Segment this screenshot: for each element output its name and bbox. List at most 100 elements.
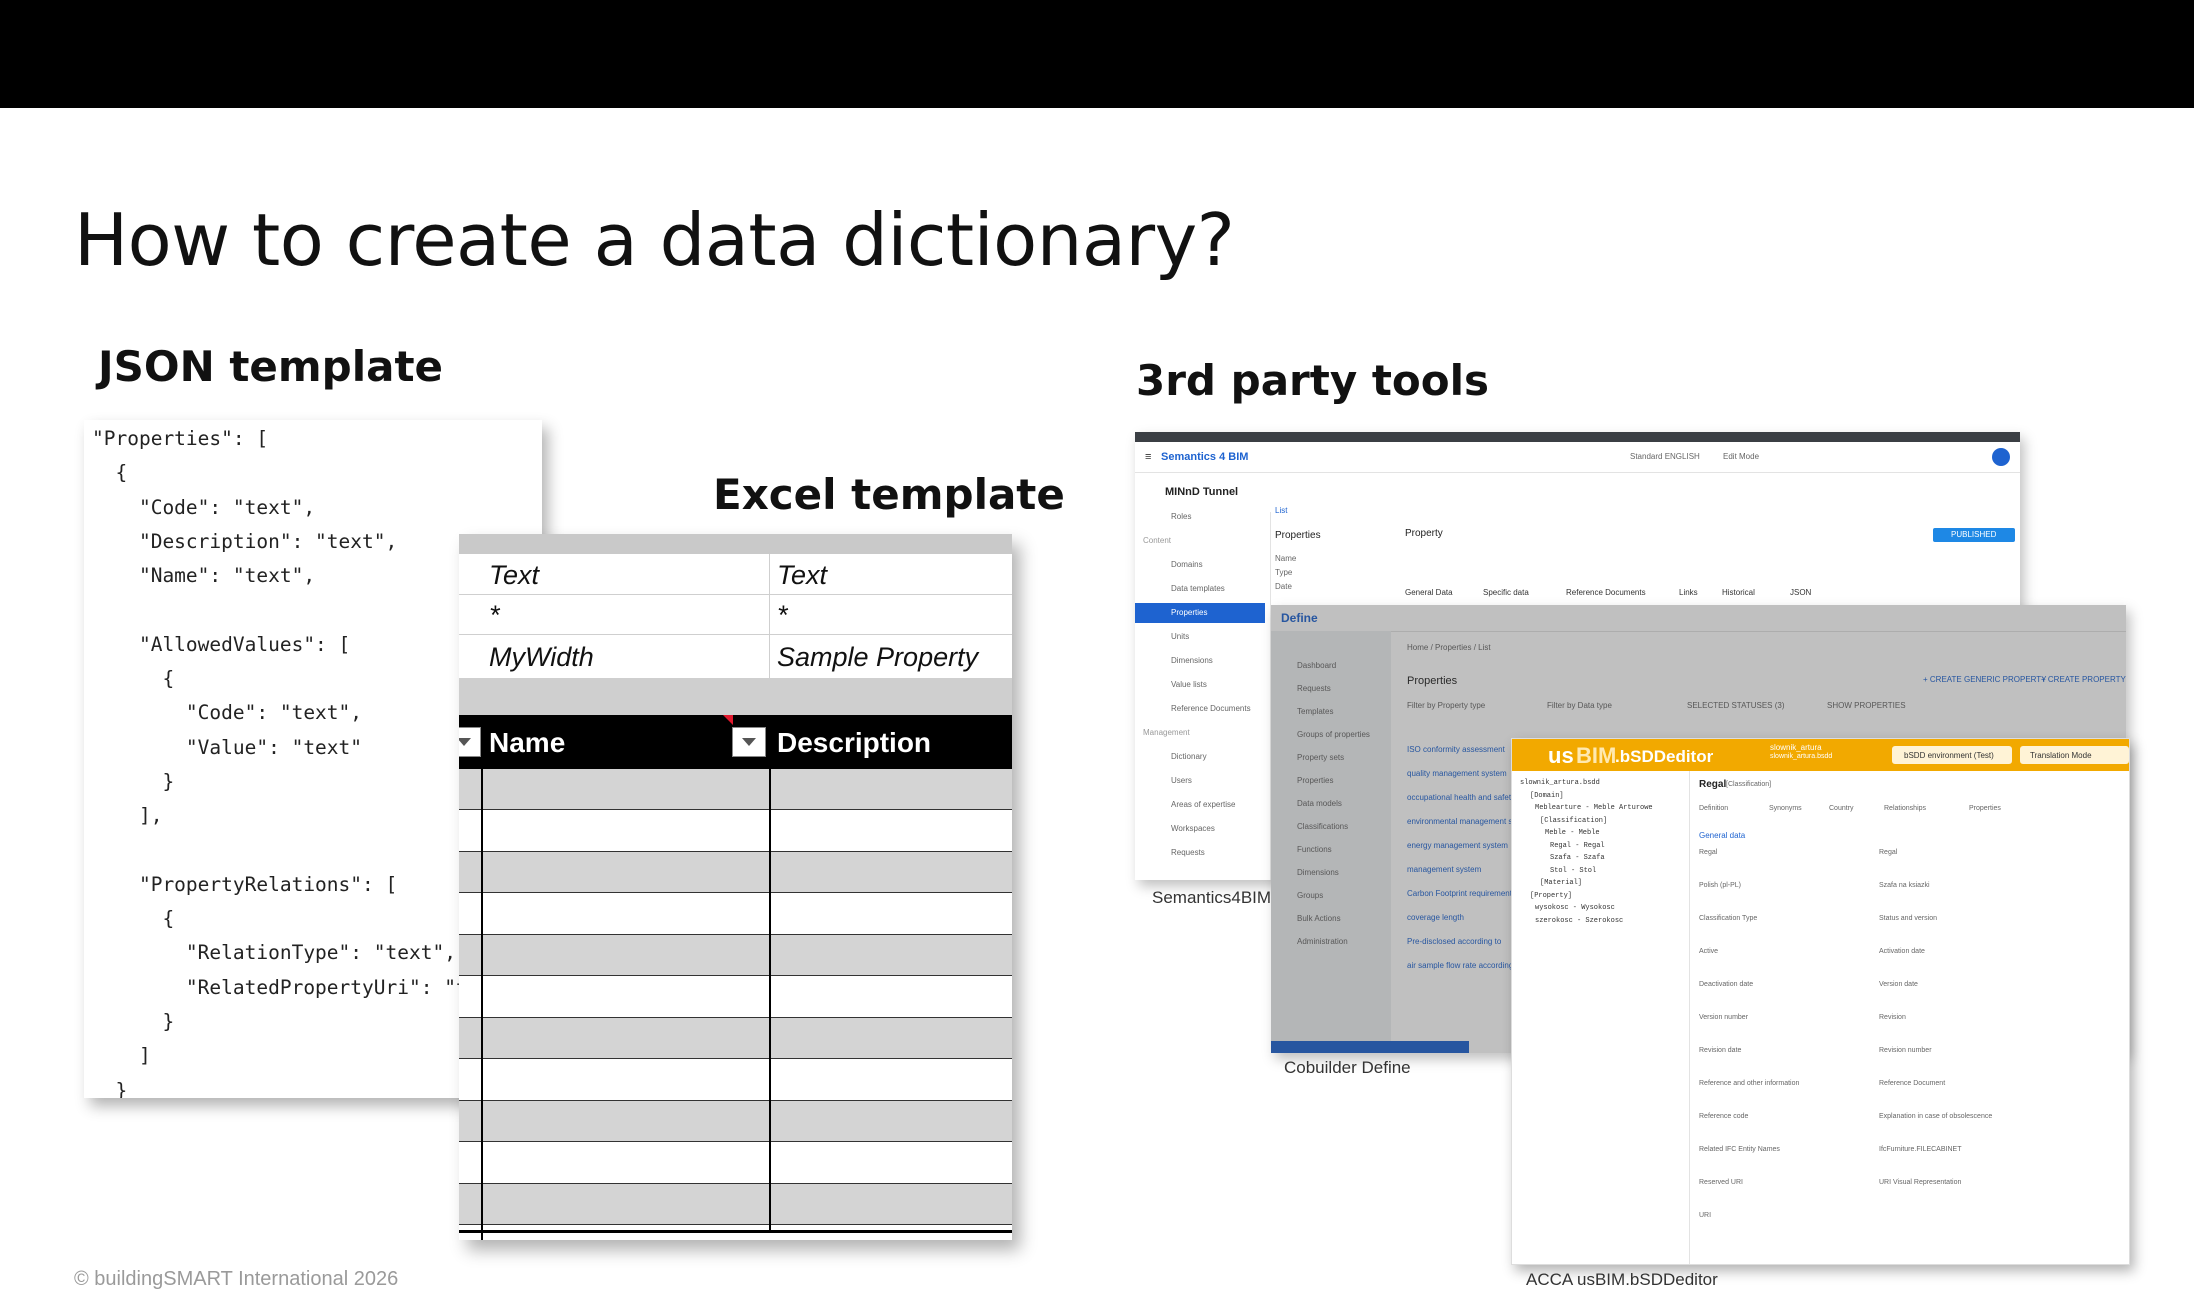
usbim-field[interactable]: Reference Document <box>1879 1080 1945 1087</box>
excel-data-row[interactable] <box>459 769 1012 810</box>
usbim-field[interactable]: Active <box>1699 948 1718 955</box>
s4b-property-label: Property <box>1405 528 1443 539</box>
s4b-sidebar-item[interactable]: Users <box>1171 776 1192 785</box>
usbim-field[interactable]: Version number <box>1699 1014 1748 1021</box>
s4b-tab[interactable]: Links <box>1679 588 1698 597</box>
usbim-field[interactable]: URI Visual Representation <box>1879 1179 1961 1186</box>
excel-data-row[interactable] <box>459 852 1012 893</box>
excel-data-row[interactable] <box>459 1101 1012 1142</box>
usbim-field[interactable]: Reference code <box>1699 1113 1748 1120</box>
s4b-sidebar-item[interactable]: Reference Documents <box>1171 704 1251 713</box>
s4b-tab[interactable]: Specific data <box>1483 588 1529 597</box>
excel-data-row[interactable] <box>459 1142 1012 1184</box>
s4b-tab[interactable]: General Data <box>1405 588 1453 597</box>
menu-icon[interactable]: ≡ <box>1145 451 1151 463</box>
top-black-bar <box>0 0 2194 108</box>
excel-data-row[interactable] <box>459 810 1012 852</box>
usbim-field[interactable]: Explanation in case of obsolescence <box>1879 1113 1992 1120</box>
usbim-tree-node[interactable]: Meblearture - Meble Arturowe <box>1535 804 1653 812</box>
usbim-tab[interactable]: Relationships <box>1884 805 1926 812</box>
excel-header-row: Name Description <box>459 715 1012 769</box>
excel-data-row[interactable] <box>459 976 1012 1018</box>
usbim-field[interactable]: Deactivation date <box>1699 981 1753 988</box>
usbim-field[interactable]: Activation date <box>1879 948 1925 955</box>
usbim-tree-node[interactable]: szerokosc - Szerokosc <box>1535 917 1623 925</box>
usbim-field[interactable]: Revision number <box>1879 1047 1932 1054</box>
usbim-tab[interactable]: Properties <box>1969 805 2001 812</box>
excel-data-row[interactable] <box>459 935 1012 976</box>
s4b-sidebar-item: Management <box>1143 728 1190 737</box>
usbim-field[interactable]: Regal <box>1879 849 1897 856</box>
usbim-field[interactable]: Version date <box>1879 981 1918 988</box>
s4b-sidebar-item[interactable]: Value lists <box>1171 680 1207 689</box>
footer-copyright: © buildingSMART International 2026 <box>74 1268 399 1290</box>
usbim-logo-us: us <box>1548 743 1574 768</box>
s4b-sidebar-item[interactable]: Domains <box>1171 560 1203 569</box>
usbim-field[interactable]: Revision date <box>1699 1047 1741 1054</box>
usbim-field[interactable]: Revision <box>1879 1014 1906 1021</box>
usbim-tree-node[interactable]: Regal - Regal <box>1550 842 1605 850</box>
s4b-sidebar-item[interactable]: Properties <box>1171 608 1207 617</box>
usbim-field[interactable]: Reference and other information <box>1699 1080 1799 1087</box>
usbim-field[interactable]: IfcFurniture.FILECABINET <box>1879 1146 1961 1153</box>
s4b-tab[interactable]: Historical <box>1722 588 1755 597</box>
usbim-field[interactable]: URI <box>1699 1212 1711 1219</box>
usbim-tab[interactable]: Country <box>1829 805 1854 812</box>
s4b-sidebar-item[interactable]: Roles <box>1171 512 1191 521</box>
translation-label: Translation Mode <box>2030 751 2092 760</box>
usbim-tab[interactable]: Definition <box>1699 805 1728 812</box>
s4b-mode[interactable]: Edit Mode <box>1723 452 1759 461</box>
s4b-sidebar: Roles Content Domains Data templates Propert… <box>1135 512 1265 880</box>
s4b-project: MINnD Tunnel <box>1165 486 1239 498</box>
env-label: bSDD environment (Test) <box>1904 751 1994 760</box>
usbim-tree-node[interactable]: slownik_artura.bsdd <box>1520 779 1600 787</box>
env-button[interactable]: bSDD environment (Test) <box>1892 746 2012 764</box>
usbim-logo-editor: .bSDDeditor <box>1615 747 1714 766</box>
usbim-tree-node[interactable]: [Material] <box>1540 879 1582 887</box>
usbim-field[interactable]: Regal <box>1699 849 1717 856</box>
excel-data-row[interactable] <box>459 1018 1012 1059</box>
usbim-tree-node[interactable]: [Classification] <box>1540 817 1607 825</box>
usbim-logo-bim: BIM <box>1576 743 1617 768</box>
excel-cell-r3-a: MyWidth <box>489 642 594 672</box>
translation-mode-button[interactable]: Translation Mode <box>2020 746 2129 764</box>
usbim-tree-node[interactable]: Szafa - Szafa <box>1550 854 1605 862</box>
usbim-field[interactable]: Reserved URI <box>1699 1179 1743 1186</box>
usbim-tree-node[interactable]: Meble - Meble <box>1545 829 1600 837</box>
usbim-tree-node[interactable]: wysokosc - Wysokosc <box>1535 904 1615 912</box>
s4b-sidebar-item[interactable]: Areas of expertise <box>1171 800 1235 809</box>
excel-cell-r2-b: * <box>777 600 788 630</box>
usbim-field[interactable]: Status and version <box>1879 915 1937 922</box>
usbim-field[interactable]: Classification Type <box>1699 915 1757 922</box>
usbim-tree-node[interactable]: Stol - Stol <box>1550 867 1596 875</box>
avatar[interactable] <box>1992 448 2010 466</box>
s4b-language[interactable]: Standard ENGLISH <box>1630 452 1700 461</box>
s4b-tab[interactable]: JSON <box>1790 588 1811 597</box>
usbim-field[interactable]: Related IFC Entity Names <box>1699 1146 1780 1153</box>
usbim-field[interactable]: Szafa na ksiazki <box>1879 882 1930 889</box>
name-filter-dropdown[interactable] <box>459 727 481 757</box>
usbim-class-type: [Classification] <box>1726 781 1772 788</box>
excel-data-row[interactable] <box>459 1184 1012 1225</box>
usbim-tree-node[interactable]: [Domain] <box>1530 792 1564 800</box>
usbim-field[interactable]: Polish (pl-PL) <box>1699 882 1741 889</box>
s4b-sidebar-item[interactable]: Requests <box>1171 848 1205 857</box>
s4b-sidebar-item[interactable]: Units <box>1171 632 1189 641</box>
s4b-sidebar-item[interactable]: Workspaces <box>1171 824 1215 833</box>
description-filter-dropdown[interactable] <box>732 727 766 757</box>
s4b-tab[interactable]: Reference Documents <box>1566 588 1646 597</box>
usbim-dict-name: slownik_artura <box>1770 743 1822 752</box>
published-button[interactable]: PUBLISHED <box>1933 528 2015 542</box>
excel-data-row[interactable] <box>459 1059 1012 1101</box>
s4b-sidebar-item[interactable]: Data templates <box>1171 584 1225 593</box>
s4b-tabs: General Data Specific data Reference Docum… <box>1405 588 2005 604</box>
s4b-sidebar-item[interactable]: Dictionary <box>1171 752 1207 761</box>
s4b-list-tab[interactable]: List <box>1275 506 1287 515</box>
s4b-topbar: ≡ Semantics 4 BIM Standard ENGLISH Edit … <box>1135 442 2020 473</box>
excel-data-row[interactable] <box>459 893 1012 935</box>
s4b-sidebar-item[interactable]: Dimensions <box>1171 656 1213 665</box>
usbim-tree-node[interactable]: [Property] <box>1530 892 1572 900</box>
browser-chrome <box>1135 432 2020 442</box>
comment-marker-icon <box>723 715 733 725</box>
usbim-tab[interactable]: Synonyms <box>1769 805 1802 812</box>
